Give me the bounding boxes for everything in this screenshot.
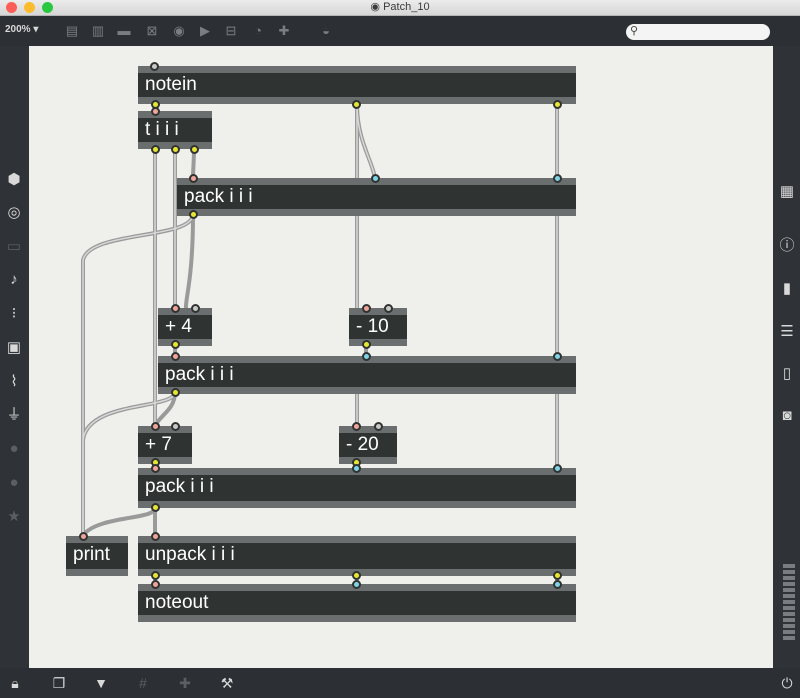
zoom-menu[interactable]: 200% ▾ bbox=[5, 24, 38, 35]
trigger-outlet-3[interactable] bbox=[190, 145, 199, 154]
pack2-inlet-1[interactable] bbox=[171, 352, 180, 361]
unpack-outlet-1[interactable] bbox=[151, 571, 160, 580]
media-icon[interactable]: ▭ bbox=[4, 237, 24, 257]
search-icon: ⚲ bbox=[630, 25, 639, 37]
star-icon[interactable]: ★ bbox=[4, 507, 24, 527]
pack2-outlet[interactable] bbox=[171, 388, 180, 397]
trigger-object[interactable]: t i i i bbox=[138, 111, 212, 149]
add4-inlet-right[interactable] bbox=[191, 304, 200, 313]
help-circle-icon[interactable]: ● bbox=[4, 439, 24, 459]
plug-icon[interactable]: ⏚ bbox=[4, 405, 24, 425]
trigger-outlet-2[interactable] bbox=[171, 145, 180, 154]
paint-bucket-icon[interactable]: ◒ bbox=[318, 23, 334, 39]
notein-inlet[interactable] bbox=[150, 62, 159, 71]
notein-object[interactable]: notein bbox=[138, 66, 576, 104]
pack1-inlet-1[interactable] bbox=[189, 174, 198, 183]
sub20-inlet-left[interactable] bbox=[352, 422, 361, 431]
pack-object-3[interactable]: pack i i i bbox=[138, 468, 576, 508]
sub10-inlet-left[interactable] bbox=[362, 304, 371, 313]
sub10-outlet[interactable] bbox=[362, 340, 371, 349]
wrench-icon[interactable]: ⚒ bbox=[218, 674, 236, 692]
list-icon[interactable]: ☰ bbox=[777, 322, 797, 342]
slider-icon[interactable]: ⊟ bbox=[223, 23, 239, 39]
pack2-inlet-2[interactable] bbox=[362, 352, 371, 361]
audio-meter bbox=[783, 564, 795, 644]
add7-inlet-right[interactable] bbox=[171, 422, 180, 431]
trigger-outlet-1[interactable] bbox=[151, 145, 160, 154]
unpack-object[interactable]: unpack i i i bbox=[138, 536, 576, 576]
window-title: ◉ Patch_10 bbox=[370, 1, 430, 13]
snapshot-icon[interactable]: ◙ bbox=[777, 406, 797, 426]
add4-outlet[interactable] bbox=[171, 340, 180, 349]
grid-icon[interactable]: ▦ bbox=[777, 182, 797, 202]
notein-outlet-velocity[interactable] bbox=[352, 100, 361, 109]
new-object-icon[interactable]: ✚ bbox=[276, 23, 292, 39]
pack1-inlet-2[interactable] bbox=[371, 174, 380, 183]
music-note-icon[interactable]: ♪ bbox=[4, 270, 24, 290]
grid-icon[interactable]: # bbox=[134, 674, 152, 692]
info-circle-icon[interactable]: ● bbox=[4, 473, 24, 493]
pack2-inlet-3[interactable] bbox=[553, 352, 562, 361]
unpack-outlet-3[interactable] bbox=[553, 571, 562, 580]
print-inlet[interactable] bbox=[79, 532, 88, 541]
pack1-outlet[interactable] bbox=[189, 210, 198, 219]
add7-inlet-left[interactable] bbox=[151, 422, 160, 431]
reference-icon[interactable]: ▯ bbox=[777, 364, 797, 384]
lock-icon[interactable]: 🔒︎ bbox=[6, 674, 24, 692]
noteout-inlet-1[interactable] bbox=[151, 580, 160, 589]
noteout-inlet-3[interactable] bbox=[553, 580, 562, 589]
sub20-inlet-right[interactable] bbox=[374, 422, 383, 431]
sub10-inlet-right[interactable] bbox=[384, 304, 393, 313]
power-icon[interactable]: ⏻ bbox=[778, 674, 796, 692]
toggle-icon[interactable]: ⊠ bbox=[144, 23, 160, 39]
comment-icon[interactable]: ▥ bbox=[90, 23, 106, 39]
search-input[interactable]: ⚲ bbox=[626, 24, 770, 40]
pack3-inlet-3[interactable] bbox=[553, 464, 562, 473]
window-icon[interactable]: ❐ bbox=[50, 674, 68, 692]
add-7-object[interactable]: + 7 bbox=[138, 426, 192, 464]
left-sidebar: ⬢ ◎ ▭ ♪ ⁝ ▣ ⌇ ⏚ ● ● ★ bbox=[0, 46, 28, 668]
book-icon[interactable]: ▮ bbox=[777, 279, 797, 299]
message-icon[interactable]: ▬ bbox=[116, 23, 132, 39]
pack3-inlet-1[interactable] bbox=[151, 464, 160, 473]
pack-object-2[interactable]: pack i i i bbox=[158, 356, 576, 394]
window-titlebar: ◉ Patch_10 bbox=[0, 0, 800, 16]
noteout-inlet-2[interactable] bbox=[352, 580, 361, 589]
add-4-object[interactable]: + 4 bbox=[158, 308, 212, 346]
pack3-outlet[interactable] bbox=[151, 503, 160, 512]
patcher-toolbar: 200% ▾ ▤ ▥ ▬ ⊠ ◉ ▶ ⊟ ◔ ✚ ◒ ⚲ bbox=[0, 16, 800, 46]
info-icon[interactable]: ⓘ bbox=[777, 236, 797, 256]
presentation-icon[interactable]: ▤ bbox=[64, 23, 80, 39]
pack3-inlet-2[interactable] bbox=[352, 464, 361, 473]
unpack-inlet[interactable] bbox=[151, 532, 160, 541]
sequencer-icon[interactable]: ⁝ bbox=[4, 304, 24, 324]
button-icon[interactable]: ◉ bbox=[171, 23, 187, 39]
pack1-inlet-3[interactable] bbox=[553, 174, 562, 183]
pack-object-1[interactable]: pack i i i bbox=[177, 178, 576, 216]
subtract-10-object[interactable]: - 10 bbox=[349, 308, 407, 346]
bottom-toolbar: 🔒︎ ❐ ▼ # ✚ ⚒ ⏻ bbox=[0, 668, 800, 698]
add-object-icon[interactable]: ✚ bbox=[176, 674, 194, 692]
playbar-icon[interactable]: ▶ bbox=[197, 23, 213, 39]
presentation-icon[interactable]: ▼ bbox=[92, 674, 110, 692]
target-icon[interactable]: ◎ bbox=[4, 203, 24, 223]
print-object[interactable]: print bbox=[66, 536, 128, 576]
notein-outlet-channel[interactable] bbox=[553, 100, 562, 109]
unpack-outlet-2[interactable] bbox=[352, 571, 361, 580]
window-title-text: Patch_10 bbox=[383, 1, 430, 13]
subtract-20-object[interactable]: - 20 bbox=[339, 426, 397, 464]
dial-icon[interactable]: ◔ bbox=[250, 23, 266, 39]
add4-inlet-left[interactable] bbox=[171, 304, 180, 313]
noteout-object[interactable]: noteout bbox=[138, 584, 576, 622]
image-icon[interactable]: ▣ bbox=[4, 338, 24, 358]
paperclip-icon[interactable]: ⌇ bbox=[4, 372, 24, 392]
package-icon[interactable]: ⬢ bbox=[4, 170, 24, 190]
trigger-inlet[interactable] bbox=[151, 107, 160, 116]
